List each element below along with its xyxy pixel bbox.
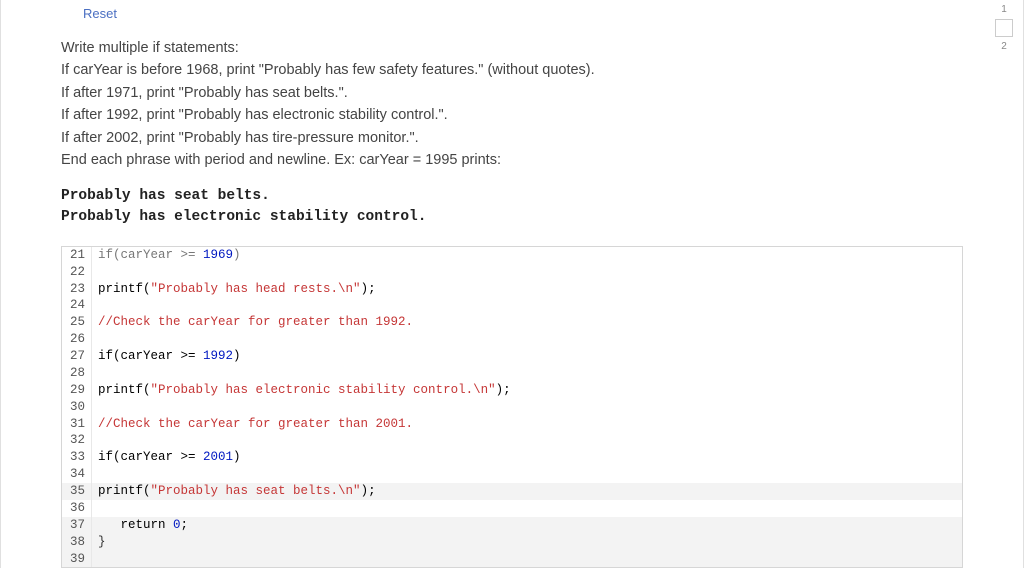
- code-line-26: 26: [62, 331, 962, 348]
- code-line-27: 27if(carYear >= 1992): [62, 348, 962, 365]
- code-line-30: 30: [62, 399, 962, 416]
- sample-line-1: Probably has electronic stability contro…: [61, 207, 963, 228]
- desc-line-2: If after 1971, print "Probably has seat …: [61, 82, 963, 104]
- code-line-33: 33if(carYear >= 2001): [62, 449, 962, 466]
- reset-link[interactable]: Reset: [83, 6, 117, 21]
- code-line-29: 29printf("Probably has electronic stabil…: [62, 382, 962, 399]
- code-line-37: 37 return 0;: [62, 517, 962, 534]
- code-line-35: 35printf("Probably has seat belts.\n");: [62, 483, 962, 500]
- code-line-23: 23printf("Probably has head rests.\n");: [62, 281, 962, 298]
- code-line-36: 36: [62, 500, 962, 517]
- code-line-39: 39: [62, 551, 962, 568]
- side-num-1: 1: [995, 4, 1013, 15]
- desc-line-4: If after 2002, print "Probably has tire-…: [61, 127, 963, 149]
- code-line-24: 24: [62, 297, 962, 314]
- code-line-25: 25//Check the carYear for greater than 1…: [62, 314, 962, 331]
- problem-description: Write multiple if statements: If carYear…: [61, 37, 963, 172]
- side-indicators: 1 2: [995, 4, 1013, 56]
- desc-line-0: Write multiple if statements:: [61, 37, 963, 59]
- code-line-34: 34: [62, 466, 962, 483]
- side-checkbox[interactable]: [995, 19, 1013, 37]
- sample-line-0: Probably has seat belts.: [61, 186, 963, 207]
- code-line-38: 38}: [62, 534, 962, 551]
- desc-line-3: If after 1992, print "Probably has elect…: [61, 104, 963, 126]
- side-num-2: 2: [995, 41, 1013, 52]
- code-line-21: 21if(carYear >= 1969): [62, 247, 962, 264]
- desc-line-5: End each phrase with period and newline.…: [61, 149, 963, 171]
- sample-output: Probably has seat belts. Probably has el…: [61, 186, 963, 228]
- code-editor[interactable]: 21if(carYear >= 1969) 22 23printf("Proba…: [61, 246, 963, 568]
- code-line-31: 31//Check the carYear for greater than 2…: [62, 416, 962, 433]
- desc-line-1: If carYear is before 1968, print "Probab…: [61, 59, 963, 81]
- code-line-22: 22: [62, 264, 962, 281]
- code-line-32: 32: [62, 432, 962, 449]
- code-line-28: 28: [62, 365, 962, 382]
